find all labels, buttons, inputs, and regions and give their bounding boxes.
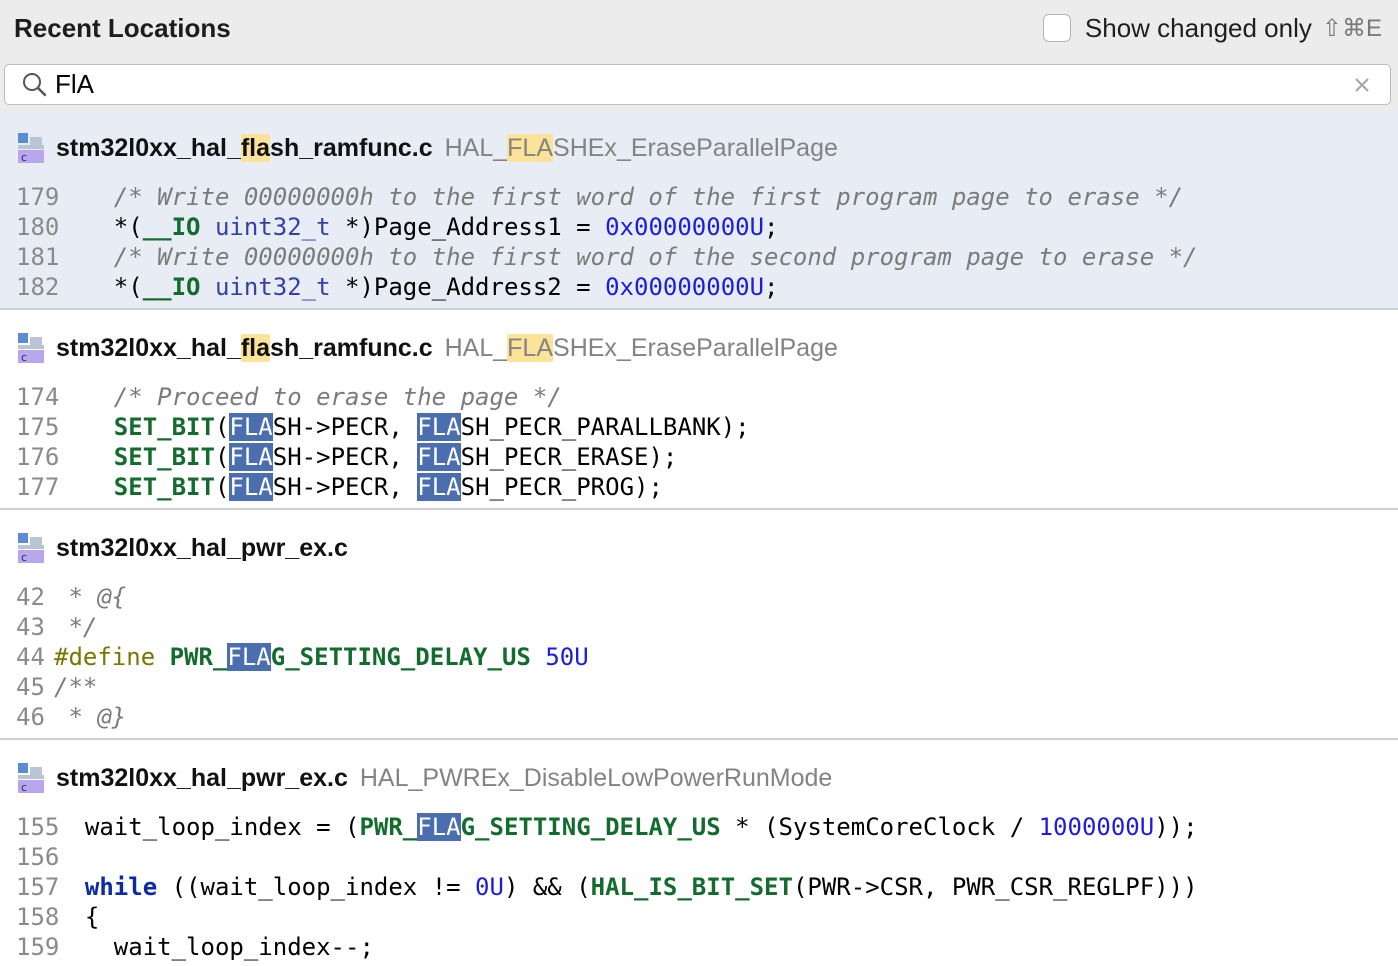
code-line: 158 { [0,902,1398,932]
code-line: 179 /* Write 00000000h to the first word… [0,182,1398,212]
code-line: 176 SET_BIT(FLA SH->PECR, FLA SH_PECR_ERAS… [0,442,1398,472]
svg-text:c: c [21,781,27,794]
code-snippet: 179 /* Write 00000000h to the first word… [0,182,1398,302]
popup-title: Recent Locations [14,13,231,43]
location-group[interactable]: c stm32l0xx_hal_flash_ramfunc.c HAL_FLAS… [0,310,1398,510]
location-group[interactable]: c stm32l0xx_hal_flash_ramfunc.c HAL_FLAS… [0,110,1398,310]
code-line: 155 wait_loop_index = (PWR_ FLA G_SETTING_… [0,812,1398,842]
file-name: stm32l0xx_hal_flash_ramfunc.c [56,133,433,162]
line-number: 157 [16,873,60,901]
code-snippet: 155 wait_loop_index = (PWR_ FLA G_SETTING_… [0,812,1398,962]
line-number: 44 [16,643,45,671]
file-name: stm32l0xx_hal_pwr_ex.c [56,533,348,562]
line-number: 43 [16,613,45,641]
code-line: 46 * @} [0,702,1398,732]
function-name: HAL_FLASHEx_EraseParallelPage [444,333,838,362]
show-changed-checkbox[interactable] [1042,14,1071,42]
code-line: 43 */ [0,612,1398,642]
code-line: 156 [0,842,1398,872]
line-number: 176 [16,443,60,471]
code-line: 174 /* Proceed to erase the page */ [0,382,1398,412]
code-line: 45/** [0,672,1398,702]
search-box[interactable] [4,64,1391,105]
line-number: 156 [16,843,60,871]
close-icon[interactable] [1342,65,1382,105]
location-group[interactable]: c stm32l0xx_hal_pwr_ex.c 42 * @{ 43 */ 4… [0,510,1398,740]
svg-text:c: c [21,551,27,564]
line-number: 179 [16,183,60,211]
location-group[interactable]: c stm32l0xx_hal_pwr_ex.c HAL_PWREx_Disab… [0,740,1398,966]
search-input[interactable] [55,65,1342,104]
line-number: 155 [16,813,60,841]
location-header: c stm32l0xx_hal_flash_ramfunc.c HAL_FLAS… [0,110,1398,182]
show-changed-label: Show changed only [1084,12,1312,43]
c-file-icon: c [18,763,44,794]
code-line: 44 #define PWR_ FLA G_SETTING_DELAY_US 50U [0,642,1398,672]
location-header: c stm32l0xx_hal_pwr_ex.c [0,510,1398,582]
search-bar [0,60,1398,110]
c-file-icon: c [18,333,44,364]
code-line: 177 SET_BIT(FLA SH->PECR, FLA SH_PECR_PROG… [0,472,1398,502]
line-number: 46 [16,703,45,731]
code-line: 181 /* Write 00000000h to the first word… [0,242,1398,272]
location-header: c stm32l0xx_hal_flash_ramfunc.c HAL_FLAS… [0,310,1398,382]
location-header: c stm32l0xx_hal_pwr_ex.c HAL_PWREx_Disab… [0,740,1398,812]
popup-header: Recent Locations Show changed only ⇧⌘E [0,0,1398,60]
line-number: 180 [16,213,60,241]
svg-text:c: c [21,151,27,164]
line-number: 177 [16,473,60,501]
line-number: 174 [16,383,60,411]
code-line: 42 * @{ [0,582,1398,612]
c-file-icon: c [18,133,44,164]
function-name: HAL_PWREx_DisableLowPowerRunMode [359,763,833,792]
c-file-icon: c [18,533,44,564]
results-list: c stm32l0xx_hal_flash_ramfunc.c HAL_FLAS… [0,110,1398,966]
line-number: 158 [16,903,60,931]
file-name: stm32l0xx_hal_flash_ramfunc.c [56,333,433,362]
show-changed-toggle[interactable]: Show changed only ⇧⌘E [1042,12,1382,44]
function-name: HAL_FLASHEx_EraseParallelPage [444,133,838,162]
code-line: 175 SET_BIT(FLA SH->PECR, FLA SH_PECR_PARA… [0,412,1398,442]
line-number: 175 [16,413,60,441]
line-number: 159 [16,933,60,961]
code-line: 182 *(__IO uint32_t *)Page_Address2 = 0x… [0,272,1398,302]
line-number: 181 [16,243,60,271]
line-number: 45 [16,673,45,701]
shortcut-hint: ⇧⌘E [1321,14,1382,42]
code-line: 159 wait_loop_index--; [0,932,1398,962]
svg-text:c: c [21,351,27,364]
file-name: stm32l0xx_hal_pwr_ex.c [56,763,348,792]
search-icon [23,72,47,96]
code-snippet: 42 * @{ 43 */ 44 #define PWR_ FLA G_SETTING… [0,582,1398,732]
line-number: 42 [16,583,45,611]
line-number: 182 [16,273,60,301]
code-snippet: 174 /* Proceed to erase the page */ 175 … [0,382,1398,502]
code-line: 157 while ((wait_loop_index != 0U) && (H… [0,872,1398,902]
code-line: 180 *(__IO uint32_t *)Page_Address1 = 0x… [0,212,1398,242]
